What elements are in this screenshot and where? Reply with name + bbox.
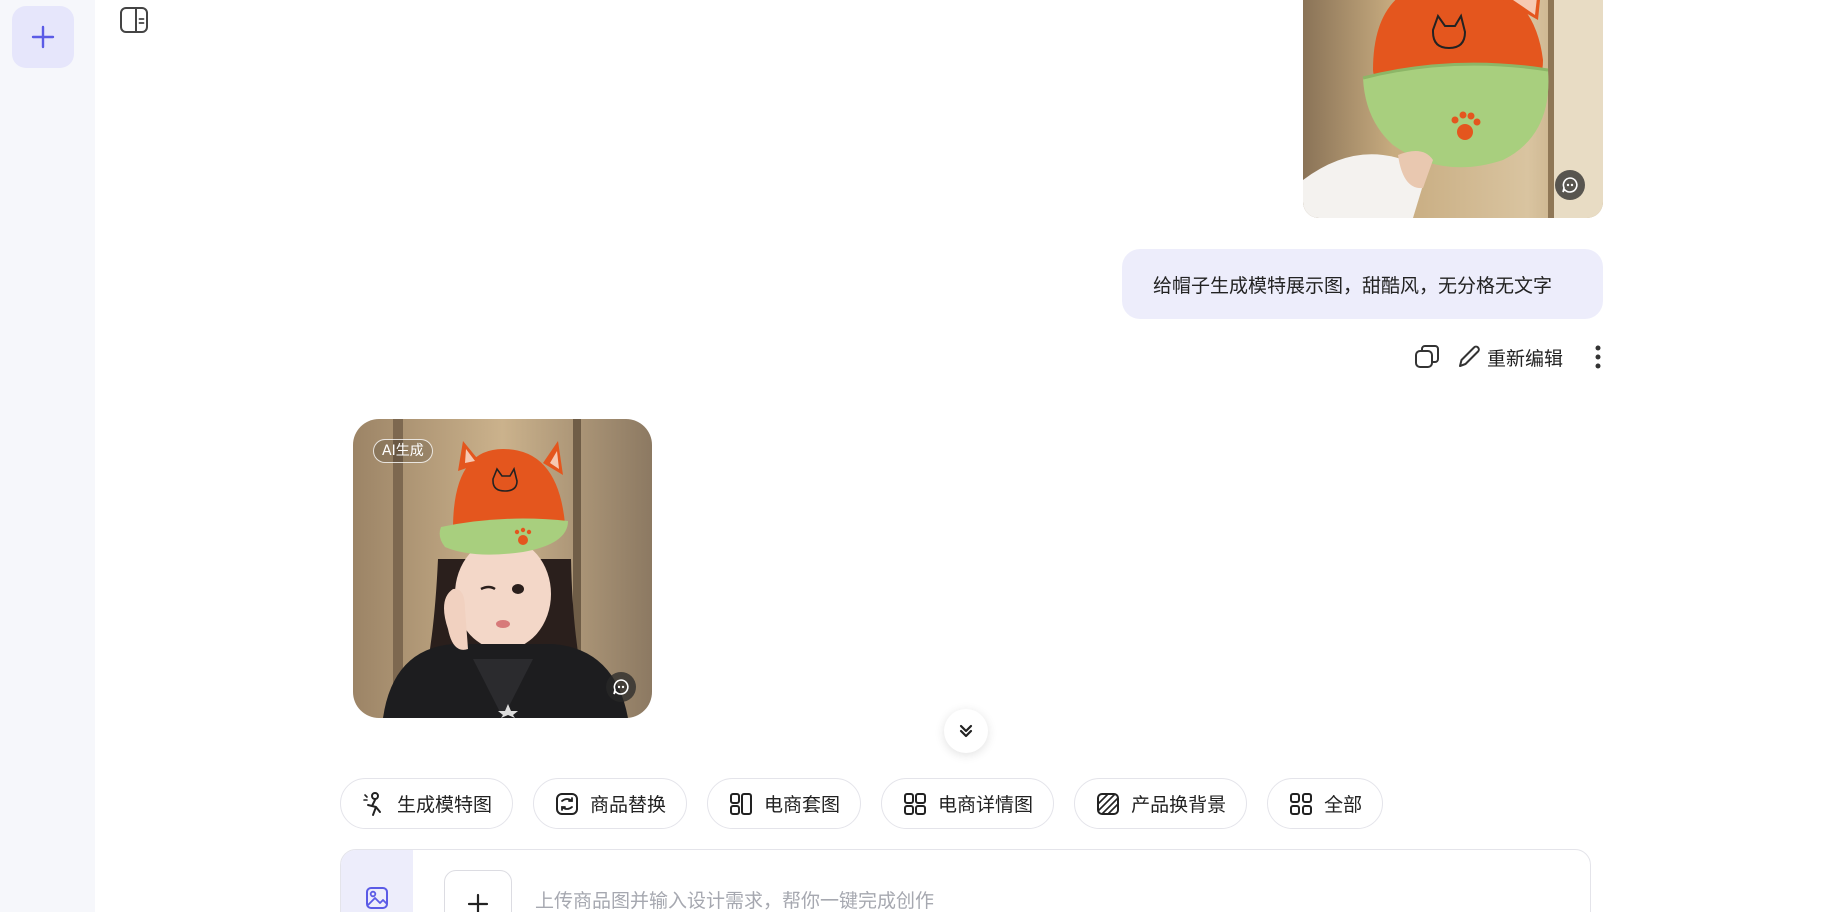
chip-product-swap[interactable]: 商品替换 xyxy=(533,778,688,829)
chip-label: 产品换背景 xyxy=(1131,794,1227,816)
chip-label: 电商详情图 xyxy=(938,794,1034,816)
ai-generated-image[interactable]: AI生成 xyxy=(353,419,652,718)
composer xyxy=(340,849,1591,912)
ai-generated-badge: AI生成 xyxy=(373,439,433,463)
re-edit-label: 重新编辑 xyxy=(1486,347,1563,370)
app-window: 给帽子生成模特展示图，甜酷风，无分格无文字 重新编辑 AI生成 生成模特图 商品… xyxy=(0,0,1824,912)
chip-ecommerce-set[interactable]: 电商套图 xyxy=(707,778,862,829)
chip-label: 商品替换 xyxy=(590,794,667,816)
model-person-icon xyxy=(363,791,381,816)
copy-button[interactable] xyxy=(1413,343,1441,371)
image-comment-button[interactable] xyxy=(606,672,636,702)
image-mode-button[interactable] xyxy=(341,850,413,912)
user-message-bubble: 给帽子生成模特展示图，甜酷风，无分格无文字 xyxy=(1122,249,1603,319)
more-vertical-icon xyxy=(1595,345,1601,369)
re-edit-button[interactable]: 重新编辑 xyxy=(1455,343,1563,371)
chip-all[interactable]: 全部 xyxy=(1267,778,1384,829)
uploaded-product-image[interactable] xyxy=(1303,0,1603,218)
panel-layout-icon xyxy=(120,7,148,33)
prompt-input[interactable] xyxy=(535,890,1535,912)
user-message-text: 给帽子生成模特展示图，甜酷风，无分格无文字 xyxy=(1153,274,1553,297)
plus-icon xyxy=(467,893,489,912)
chip-label: 生成模特图 xyxy=(397,794,493,816)
comment-icon xyxy=(613,679,629,695)
scroll-to-bottom-button[interactable] xyxy=(944,709,988,753)
background-hatch-icon xyxy=(1097,792,1120,815)
upload-add-button[interactable] xyxy=(444,870,512,912)
chip-generate-model[interactable]: 生成模特图 xyxy=(340,778,514,829)
grid-detail-icon xyxy=(904,792,927,815)
product-swap-icon xyxy=(556,792,579,815)
chip-label: 全部 xyxy=(1324,794,1363,816)
image-comment-button[interactable] xyxy=(1555,170,1585,200)
panel-toggle-button[interactable] xyxy=(118,4,150,36)
quick-action-chips: 生成模特图 商品替换 电商套图 电商详情图 产品换背景 全部 xyxy=(340,778,1384,829)
new-chat-button[interactable] xyxy=(12,6,74,68)
double-chevron-down-icon xyxy=(959,724,973,738)
left-rail xyxy=(0,0,95,912)
chip-label: 电商套图 xyxy=(764,794,841,816)
chip-change-background[interactable]: 产品换背景 xyxy=(1074,778,1248,829)
plus-icon xyxy=(31,25,55,49)
grid-layout-icon xyxy=(730,792,753,815)
comment-icon xyxy=(1562,177,1578,193)
pencil-icon xyxy=(1458,345,1480,367)
chip-ecommerce-detail[interactable]: 电商详情图 xyxy=(881,778,1055,829)
copy-icon xyxy=(1414,345,1439,368)
message-actions: 重新编辑 xyxy=(1413,340,1603,374)
image-icon xyxy=(366,887,388,909)
all-grid-icon xyxy=(1290,792,1313,815)
more-options-button[interactable] xyxy=(1593,343,1603,371)
